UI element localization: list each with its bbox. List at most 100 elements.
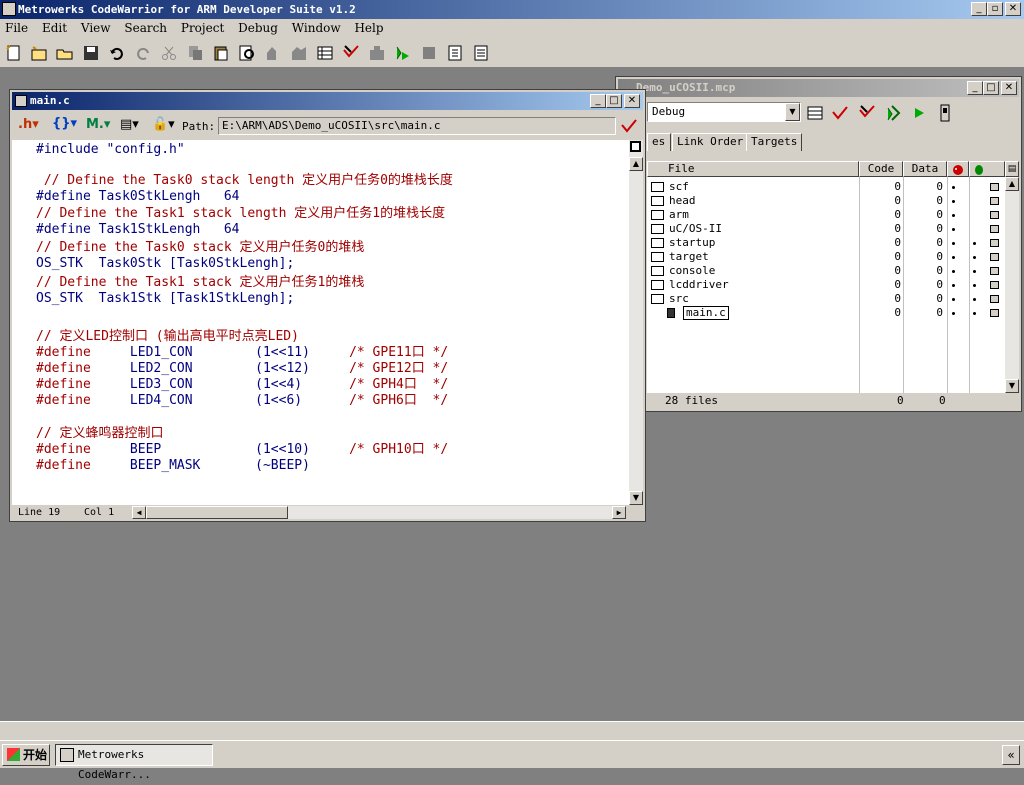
project-file-row[interactable]: console 0 0 bbox=[647, 264, 1005, 278]
target-dot-icon[interactable] bbox=[973, 242, 976, 245]
undo-icon[interactable] bbox=[108, 44, 126, 62]
tray-expand-icon[interactable]: « bbox=[1002, 745, 1020, 765]
code-line[interactable]: #define LED1_CON (1<<11) /* GPE11口 */ bbox=[36, 345, 448, 361]
run-icon[interactable] bbox=[394, 44, 412, 62]
project-file-row[interactable]: arm 0 0 bbox=[647, 208, 1005, 222]
scroll-up-icon[interactable]: ▲ bbox=[629, 157, 643, 171]
code-line[interactable]: // Define the Task1 stack 定义用户任务1的堆栈 bbox=[36, 275, 364, 291]
project-file-row[interactable]: scf 0 0 bbox=[647, 180, 1005, 194]
debug-dot-icon[interactable] bbox=[952, 186, 955, 189]
debug-dot-icon[interactable] bbox=[952, 284, 955, 287]
menu-edit[interactable]: Edit bbox=[37, 19, 72, 37]
editor-title-bar[interactable]: main.c bbox=[12, 92, 643, 110]
project-file-row[interactable]: head 0 0 bbox=[647, 194, 1005, 208]
code-line[interactable]: // Define the Task1 stack length 定义用户任务1… bbox=[36, 206, 445, 222]
target-dot-icon[interactable] bbox=[973, 270, 976, 273]
code-editor[interactable]: #include "config.h" // Define the Task0 … bbox=[12, 140, 629, 505]
restore-button[interactable]: ▫ bbox=[987, 2, 1003, 16]
target-dot-icon[interactable] bbox=[973, 256, 976, 259]
code-line[interactable]: OS_STK Task0Stk [Task0StkLengh]; bbox=[36, 256, 294, 272]
menu-view[interactable]: View bbox=[76, 19, 116, 37]
menu-debug[interactable]: Debug bbox=[233, 19, 283, 37]
file-options-icon[interactable] bbox=[990, 211, 999, 219]
code-line[interactable]: #define Task1StkLengh 64 bbox=[36, 222, 240, 238]
scroll-right-icon[interactable]: ▶ bbox=[612, 506, 626, 519]
code-line[interactable]: #define LED2_CON (1<<12) /* GPE12口 */ bbox=[36, 361, 448, 377]
file-options-icon[interactable] bbox=[990, 239, 999, 247]
target-select[interactable]: Debug ▼ bbox=[647, 102, 801, 122]
project-window-title-bar[interactable]: Demo_uCOSII.mcp bbox=[618, 79, 1019, 97]
file-options-icon[interactable] bbox=[990, 267, 999, 275]
column-header-file[interactable]: File bbox=[647, 161, 859, 177]
column-options-button[interactable]: ▤ bbox=[1005, 161, 1019, 177]
column-header-target[interactable] bbox=[969, 161, 1005, 177]
editor-minimize-button[interactable]: _ bbox=[590, 94, 606, 108]
project-file-row[interactable]: target 0 0 bbox=[647, 250, 1005, 264]
debug-dot-icon[interactable] bbox=[952, 312, 955, 315]
debug-dot-icon[interactable] bbox=[952, 228, 955, 231]
project-file-row[interactable]: startup 0 0 bbox=[647, 236, 1005, 250]
save-icon[interactable] bbox=[82, 44, 100, 62]
synchronize-icon[interactable] bbox=[831, 104, 849, 122]
multi-file-icon[interactable] bbox=[472, 44, 490, 62]
column-header-data[interactable]: Data bbox=[903, 161, 947, 177]
lock-icon[interactable]: 🔓▾ bbox=[152, 117, 175, 132]
copy-icon[interactable] bbox=[186, 44, 204, 62]
menu-help[interactable]: Help bbox=[349, 19, 388, 37]
column-header-code[interactable]: Code bbox=[859, 161, 903, 177]
project-close-button[interactable]: ✕ bbox=[1001, 81, 1017, 95]
sync-check-icon[interactable] bbox=[620, 117, 638, 135]
code-line[interactable]: #define LED4_CON (1<<6) /* GPH6口 */ bbox=[36, 393, 448, 409]
chevron-down-icon[interactable]: ▼ bbox=[785, 103, 800, 121]
open-folder-icon[interactable] bbox=[56, 44, 74, 62]
new-file-icon[interactable] bbox=[5, 44, 23, 62]
replace-icon[interactable] bbox=[290, 44, 308, 62]
split-box-icon[interactable] bbox=[630, 141, 641, 152]
file-options-icon[interactable] bbox=[990, 281, 999, 289]
debug-dot-icon[interactable] bbox=[952, 242, 955, 245]
horizontal-scroll-thumb[interactable] bbox=[146, 506, 288, 519]
file-options-icon[interactable] bbox=[990, 309, 999, 317]
close-button[interactable]: ✕ bbox=[1005, 2, 1021, 16]
scroll-down-icon[interactable]: ▼ bbox=[1005, 379, 1019, 393]
debug-dot-icon[interactable] bbox=[952, 214, 955, 217]
debug-project-icon[interactable] bbox=[884, 104, 902, 122]
code-line[interactable]: // Define the Task0 stack length 定义用户任务0… bbox=[36, 173, 453, 189]
code-line[interactable]: // 定义LED控制口 (输出高电平时点亮LED) bbox=[36, 329, 299, 345]
debug-dot-icon[interactable] bbox=[952, 256, 955, 259]
project-file-row[interactable]: uC/OS-II 0 0 bbox=[647, 222, 1005, 236]
debug-dot-icon[interactable] bbox=[952, 200, 955, 203]
find-next-icon[interactable] bbox=[264, 44, 282, 62]
code-line[interactable]: #include "config.h" bbox=[36, 142, 185, 158]
make-icon[interactable] bbox=[342, 44, 360, 62]
debug-dot-icon[interactable] bbox=[952, 270, 955, 273]
codewarrior-app-icon[interactable] bbox=[2, 2, 16, 16]
editor-doc-icon[interactable] bbox=[15, 95, 27, 107]
project-maximize-button[interactable]: □ bbox=[983, 81, 999, 95]
build-settings-icon[interactable] bbox=[316, 44, 334, 62]
target-dot-icon[interactable] bbox=[973, 284, 976, 287]
new-project-icon[interactable] bbox=[30, 44, 48, 62]
debug-dot-icon[interactable] bbox=[952, 298, 955, 301]
menu-file[interactable]: File bbox=[0, 19, 33, 37]
menu-window[interactable]: Window bbox=[287, 19, 346, 37]
debug-icon[interactable] bbox=[368, 44, 386, 62]
minimize-button[interactable]: _ bbox=[971, 2, 987, 16]
code-line[interactable]: OS_STK Task1Stk [Task1StkLengh]; bbox=[36, 291, 294, 307]
taskbar-item-codewarrior[interactable]: Metrowerks CodeWarr... bbox=[55, 744, 213, 781]
find-icon[interactable] bbox=[238, 44, 256, 62]
start-button[interactable]: 开始 bbox=[2, 744, 50, 766]
file-options-icon[interactable] bbox=[990, 197, 999, 205]
project-vertical-scrollbar[interactable]: ▲ ▼ bbox=[1005, 177, 1019, 393]
menu-search[interactable]: Search bbox=[119, 19, 172, 37]
file-options-icon[interactable] bbox=[990, 295, 999, 303]
code-line[interactable]: #define BEEP_MASK (~BEEP) bbox=[36, 458, 310, 474]
document-settings-icon[interactable]: ▤▾ bbox=[120, 117, 139, 132]
code-line[interactable]: #define LED3_CON (1<<4) /* GPH4口 */ bbox=[36, 377, 448, 393]
code-line[interactable]: // Define the Task0 stack 定义用户任务0的堆栈 bbox=[36, 240, 364, 256]
code-line[interactable]: // 定义蜂鸣器控制口 bbox=[36, 426, 163, 442]
paste-icon[interactable] bbox=[212, 44, 230, 62]
project-file-row[interactable]: main.c 0 0 bbox=[647, 306, 1005, 320]
file-options-icon[interactable] bbox=[990, 183, 999, 191]
redo-icon[interactable] bbox=[134, 44, 152, 62]
